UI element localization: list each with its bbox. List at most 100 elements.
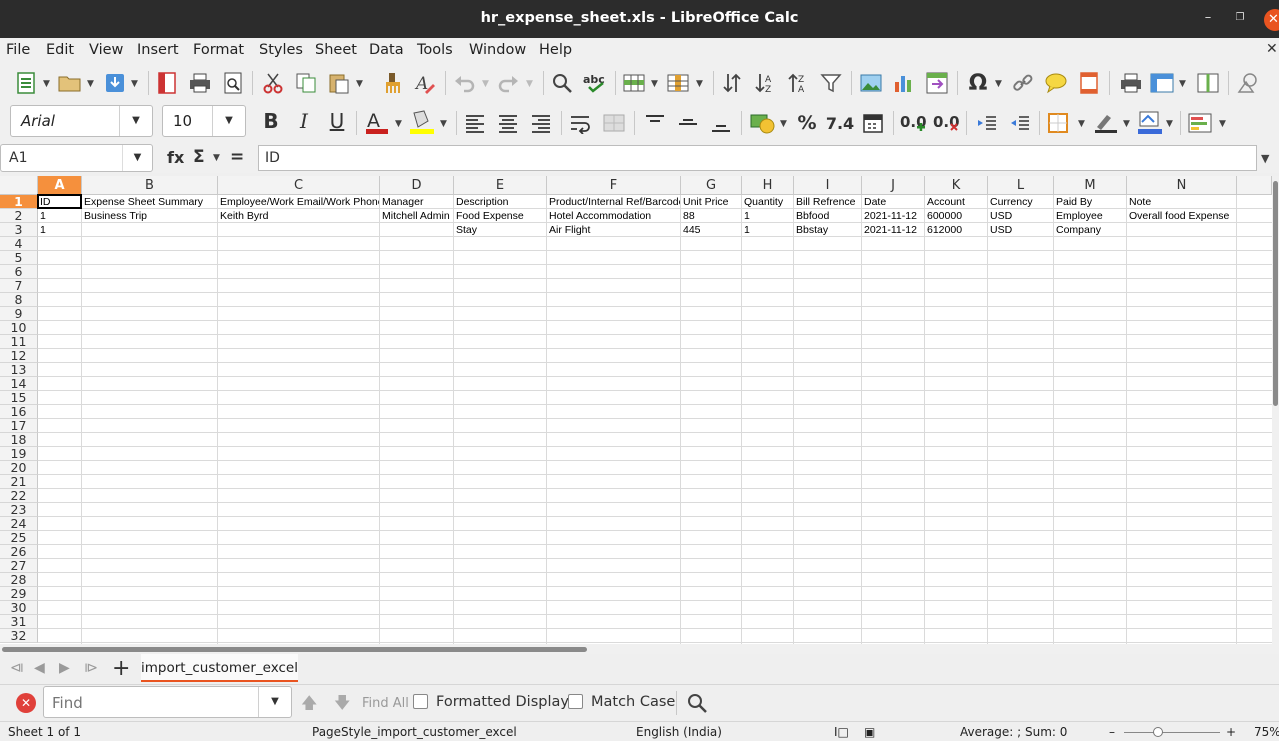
close-document-icon[interactable]: ✕ [1266, 41, 1278, 57]
add-decimal-place-icon[interactable]: 0.0 [900, 111, 926, 135]
copy-icon[interactable] [294, 71, 318, 95]
redo-dropdown-icon[interactable]: ▼ [526, 79, 533, 89]
currency-format-icon[interactable] [749, 109, 777, 135]
clone-formatting-icon[interactable] [381, 71, 405, 95]
menu-view[interactable]: View [89, 42, 123, 58]
find-all-button[interactable]: Find All [362, 696, 409, 711]
row-header-26[interactable]: 26 [0, 545, 38, 559]
selection-mode-icon[interactable]: I□ [834, 725, 849, 739]
hyperlink-icon[interactable] [1011, 71, 1035, 95]
first-sheet-icon[interactable]: ⧏ [10, 660, 24, 676]
column-header-d[interactable]: D [380, 176, 454, 195]
bold-icon[interactable]: B [259, 109, 283, 133]
sum-icon[interactable]: Σ [193, 147, 205, 167]
menu-tools[interactable]: Tools [417, 42, 453, 58]
align-top-icon[interactable] [643, 111, 667, 135]
new-document-icon[interactable] [14, 71, 38, 95]
cell-k1[interactable]: Account [925, 195, 987, 209]
undo-dropdown-icon[interactable]: ▼ [482, 79, 489, 89]
vertical-scrollbar[interactable] [1272, 176, 1279, 644]
cell-h1[interactable]: Quantity [742, 195, 793, 209]
find-and-replace-icon[interactable] [685, 691, 709, 715]
row-header-32[interactable]: 32 [0, 629, 38, 643]
autofilter-icon[interactable] [819, 71, 843, 95]
open-dropdown-icon[interactable]: ▼ [87, 79, 94, 89]
cell-f2[interactable]: Hotel Accommodation [547, 209, 680, 223]
cell-d3[interactable] [380, 223, 453, 237]
special-character-icon[interactable]: Ω [965, 71, 991, 96]
wrap-text-icon[interactable] [569, 111, 595, 135]
font-name-combo[interactable]: Arial ▼ [10, 105, 153, 137]
split-window-icon[interactable] [1196, 71, 1220, 95]
cell-n2[interactable]: Overall food Expense [1127, 209, 1236, 223]
headers-footers-icon[interactable] [1077, 71, 1101, 95]
sort-ascending-icon[interactable]: AZ [753, 71, 777, 95]
sum-dropdown-icon[interactable]: ▼ [213, 153, 220, 163]
row-header-14[interactable]: 14 [0, 377, 38, 391]
row-header-13[interactable]: 13 [0, 363, 38, 377]
borders-dropdown-icon[interactable]: ▼ [1078, 119, 1085, 129]
cell-h2[interactable]: 1 [742, 209, 793, 223]
menu-window[interactable]: Window [469, 42, 526, 58]
row-header-22[interactable]: 22 [0, 489, 38, 503]
cell-b2[interactable]: Business Trip [82, 209, 217, 223]
cell-l2[interactable]: USD [988, 209, 1053, 223]
row-header-27[interactable]: 27 [0, 559, 38, 573]
font-size-combo[interactable]: 10 ▼ [162, 105, 246, 137]
column-header-f[interactable]: F [547, 176, 681, 195]
font-color-dropdown-icon[interactable]: ▼ [395, 119, 402, 129]
column-header-e[interactable]: E [454, 176, 547, 195]
cell-a2[interactable]: 1 [38, 209, 81, 223]
vertical-scroll-thumb[interactable] [1273, 181, 1278, 406]
new-dropdown-icon[interactable]: ▼ [43, 79, 50, 89]
border-color-dropdown-icon[interactable]: ▼ [1166, 119, 1173, 129]
menu-edit[interactable]: Edit [46, 42, 74, 58]
cell-i2[interactable]: Bbfood [794, 209, 861, 223]
insert-image-icon[interactable] [859, 71, 883, 95]
sort-icon[interactable] [720, 71, 744, 95]
align-right-icon[interactable] [529, 111, 553, 135]
cell-c1[interactable]: Employee/Work Email/Work Phone [218, 195, 379, 209]
row-header-12[interactable]: 12 [0, 349, 38, 363]
row-header-2[interactable]: 2 [0, 209, 38, 223]
spreadsheet-grid[interactable]: A B C D E F G H I J K L M N 1 2 3 4 5 6 7 8 9 10 11 12 13 14 15 16 17 1… [0, 176, 1272, 644]
undo-icon[interactable] [453, 71, 477, 95]
horizontal-scroll-thumb[interactable] [2, 647, 587, 652]
cell-g2[interactable]: 88 [681, 209, 741, 223]
paste-dropdown-icon[interactable]: ▼ [356, 79, 363, 89]
name-box-dropdown-icon[interactable]: ▼ [122, 145, 152, 171]
cell-e2[interactable]: Food Expense [454, 209, 546, 223]
add-sheet-icon[interactable]: + [112, 656, 130, 681]
cut-icon[interactable] [261, 71, 285, 95]
select-all-corner[interactable] [0, 176, 38, 195]
conditional-format-icon[interactable] [1187, 111, 1215, 135]
column-header-a[interactable]: A [38, 176, 82, 195]
save-dropdown-icon[interactable]: ▼ [131, 79, 138, 89]
next-sheet-icon[interactable]: ▶ [59, 660, 70, 676]
cell-e1[interactable]: Description [454, 195, 546, 209]
row-header-8[interactable]: 8 [0, 293, 38, 307]
menu-help[interactable]: Help [539, 42, 572, 58]
cell-m3[interactable]: Company [1054, 223, 1126, 237]
row-header-21[interactable]: 21 [0, 475, 38, 489]
row-header-24[interactable]: 24 [0, 517, 38, 531]
column-header-h[interactable]: H [742, 176, 794, 195]
row-header-28[interactable]: 28 [0, 573, 38, 587]
cell-h3[interactable]: 1 [742, 223, 793, 237]
column-header-j[interactable]: J [862, 176, 925, 195]
row-header-7[interactable]: 7 [0, 279, 38, 293]
cell-e3[interactable]: Stay [454, 223, 546, 237]
row-header-18[interactable]: 18 [0, 433, 38, 447]
cell-n3[interactable] [1127, 223, 1236, 237]
row-header-4[interactable]: 4 [0, 237, 38, 251]
zoom-slider[interactable] [1124, 732, 1220, 733]
center-vertically-icon[interactable] [676, 111, 700, 135]
cell-b1[interactable]: Expense Sheet Summary [82, 195, 217, 209]
clear-formatting-icon[interactable]: A [413, 71, 437, 95]
match-case-checkbox[interactable] [568, 694, 583, 709]
increase-indent-icon[interactable] [975, 111, 999, 135]
sort-descending-icon[interactable]: ZA [786, 71, 810, 95]
menu-insert[interactable]: Insert [137, 42, 179, 58]
border-style-icon[interactable] [1093, 109, 1119, 135]
name-box[interactable]: A1 ▼ [0, 144, 153, 172]
